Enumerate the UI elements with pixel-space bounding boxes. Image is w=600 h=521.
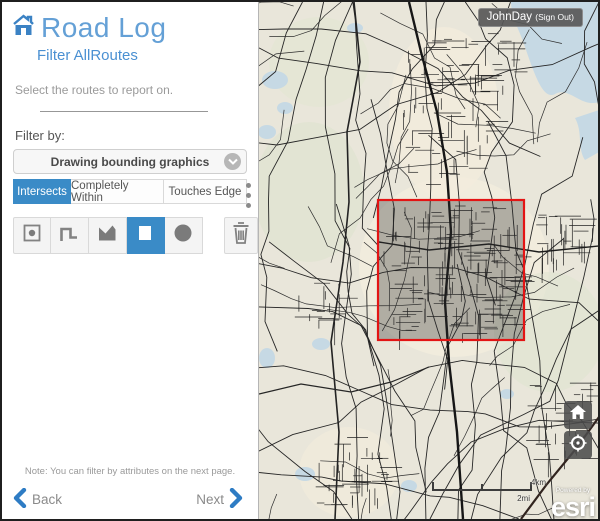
footer-note: Note: You can filter by attributes on th… [2, 466, 258, 477]
draw-point-button[interactable] [13, 217, 51, 254]
username-label: JohnDay [487, 11, 532, 23]
chevron-down-icon [224, 153, 241, 170]
next-label: Next [196, 492, 224, 507]
filter-method-dropdown[interactable]: Drawing bounding graphics [13, 149, 247, 174]
polygon-icon [95, 221, 119, 250]
sidebar-panel: Road Log Filter AllRoutes Select the rou… [2, 2, 258, 519]
map-controls [564, 401, 592, 459]
locate-icon [569, 434, 587, 457]
sign-out-label: (Sign Out) [535, 12, 574, 22]
draw-polygon-button[interactable] [89, 217, 127, 254]
scale-metric-label: 4km [531, 478, 546, 487]
trash-icon [229, 220, 253, 251]
back-label: Back [32, 492, 62, 507]
tab-intersects[interactable]: Intersects [13, 179, 71, 204]
page-title: Road Log [41, 12, 166, 44]
filter-by-label: Filter by: [15, 128, 258, 143]
rectangle-icon [133, 221, 157, 250]
scale-bar: 4km 2mi [432, 484, 532, 491]
draw-rectangle-button[interactable] [127, 217, 165, 254]
tab-completely-within[interactable]: Completely Within [71, 179, 164, 204]
report-subtitle: Filter AllRoutes [37, 47, 258, 64]
map-view[interactable]: JohnDay (Sign Out) [258, 2, 598, 519]
instruction-text: Select the routes to report on. [15, 83, 258, 97]
basemap [259, 2, 598, 519]
circle-icon [171, 221, 195, 250]
home-icon [11, 14, 36, 42]
wizard-nav: Back Next [2, 485, 258, 511]
draw-circle-button[interactable] [165, 217, 203, 254]
home-icon [570, 405, 586, 425]
esri-brand-label: esri [551, 494, 595, 519]
spatial-relation-tabs: Intersects Completely Within Touches Edg… [13, 179, 247, 204]
point-icon [20, 221, 44, 250]
polyline-icon [57, 221, 81, 250]
panel-drag-handle[interactable] [246, 183, 251, 208]
next-button[interactable]: Next [191, 488, 244, 511]
delete-graphics-button[interactable] [224, 217, 258, 254]
home-extent-button[interactable] [564, 401, 592, 429]
selection-rectangle[interactable] [378, 200, 524, 340]
esri-logo: Powered by esri [551, 488, 595, 520]
chevron-right-icon [229, 488, 244, 511]
tab-touches-edge[interactable]: Touches Edge [164, 179, 247, 204]
back-button[interactable]: Back [12, 488, 67, 511]
dropdown-value: Drawing bounding graphics [51, 155, 210, 169]
locate-button[interactable] [564, 431, 592, 459]
road-log-app: Road Log Filter AllRoutes Select the rou… [0, 0, 600, 521]
chevron-left-icon [12, 488, 27, 511]
draw-toolbar [13, 217, 258, 254]
user-sign-out-button[interactable]: JohnDay (Sign Out) [478, 8, 583, 27]
scale-imperial-label: 2mi [517, 494, 530, 503]
draw-polyline-button[interactable] [51, 217, 89, 254]
route-input-underline[interactable] [40, 111, 208, 112]
